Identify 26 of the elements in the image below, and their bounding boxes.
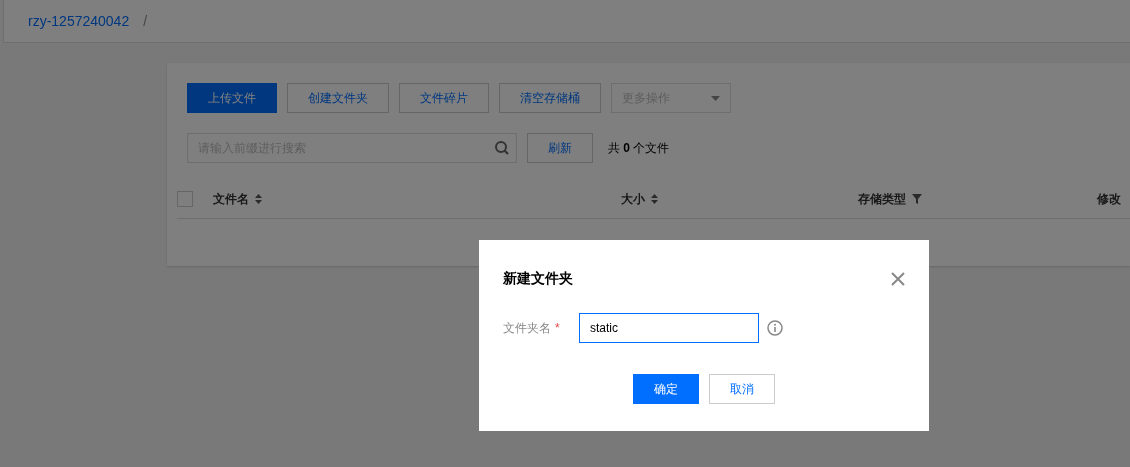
breadcrumb-link[interactable]: rzy-1257240042 xyxy=(28,10,130,32)
filter-icon[interactable] xyxy=(912,193,922,204)
sort-icon[interactable] xyxy=(255,193,262,204)
sort-icon[interactable] xyxy=(651,193,658,204)
field-label: 文件夹名 xyxy=(503,321,551,335)
upload-button[interactable]: 上传文件 xyxy=(187,83,277,113)
cancel-button[interactable]: 取消 xyxy=(709,374,775,404)
required-mark: * xyxy=(555,321,560,335)
column-header: 文件名 xyxy=(213,190,249,208)
column-header: 修改 xyxy=(1097,190,1121,208)
confirm-button[interactable]: 确定 xyxy=(633,374,699,404)
file-count: 共 0 个文件 xyxy=(608,140,670,157)
info-icon xyxy=(767,320,783,336)
toolbar-button[interactable]: 清空存储桶 xyxy=(499,83,601,113)
refresh-button[interactable]: 刷新 xyxy=(527,133,593,163)
dialog-title: 新建文件夹 xyxy=(503,269,573,288)
toolbar-button[interactable]: 文件碎片 xyxy=(399,83,489,113)
folder-name-input[interactable]: static xyxy=(579,313,759,343)
search-icon xyxy=(494,140,510,156)
column-header: 大小 xyxy=(621,190,645,208)
toolbar-button[interactable]: 创建文件夹 xyxy=(287,83,389,113)
breadcrumb-separator: / xyxy=(143,11,148,31)
column-header: 存储类型 xyxy=(858,190,906,208)
close-icon[interactable] xyxy=(891,271,905,286)
caret-icon xyxy=(711,95,720,101)
select-all-checkbox[interactable] xyxy=(177,190,193,207)
